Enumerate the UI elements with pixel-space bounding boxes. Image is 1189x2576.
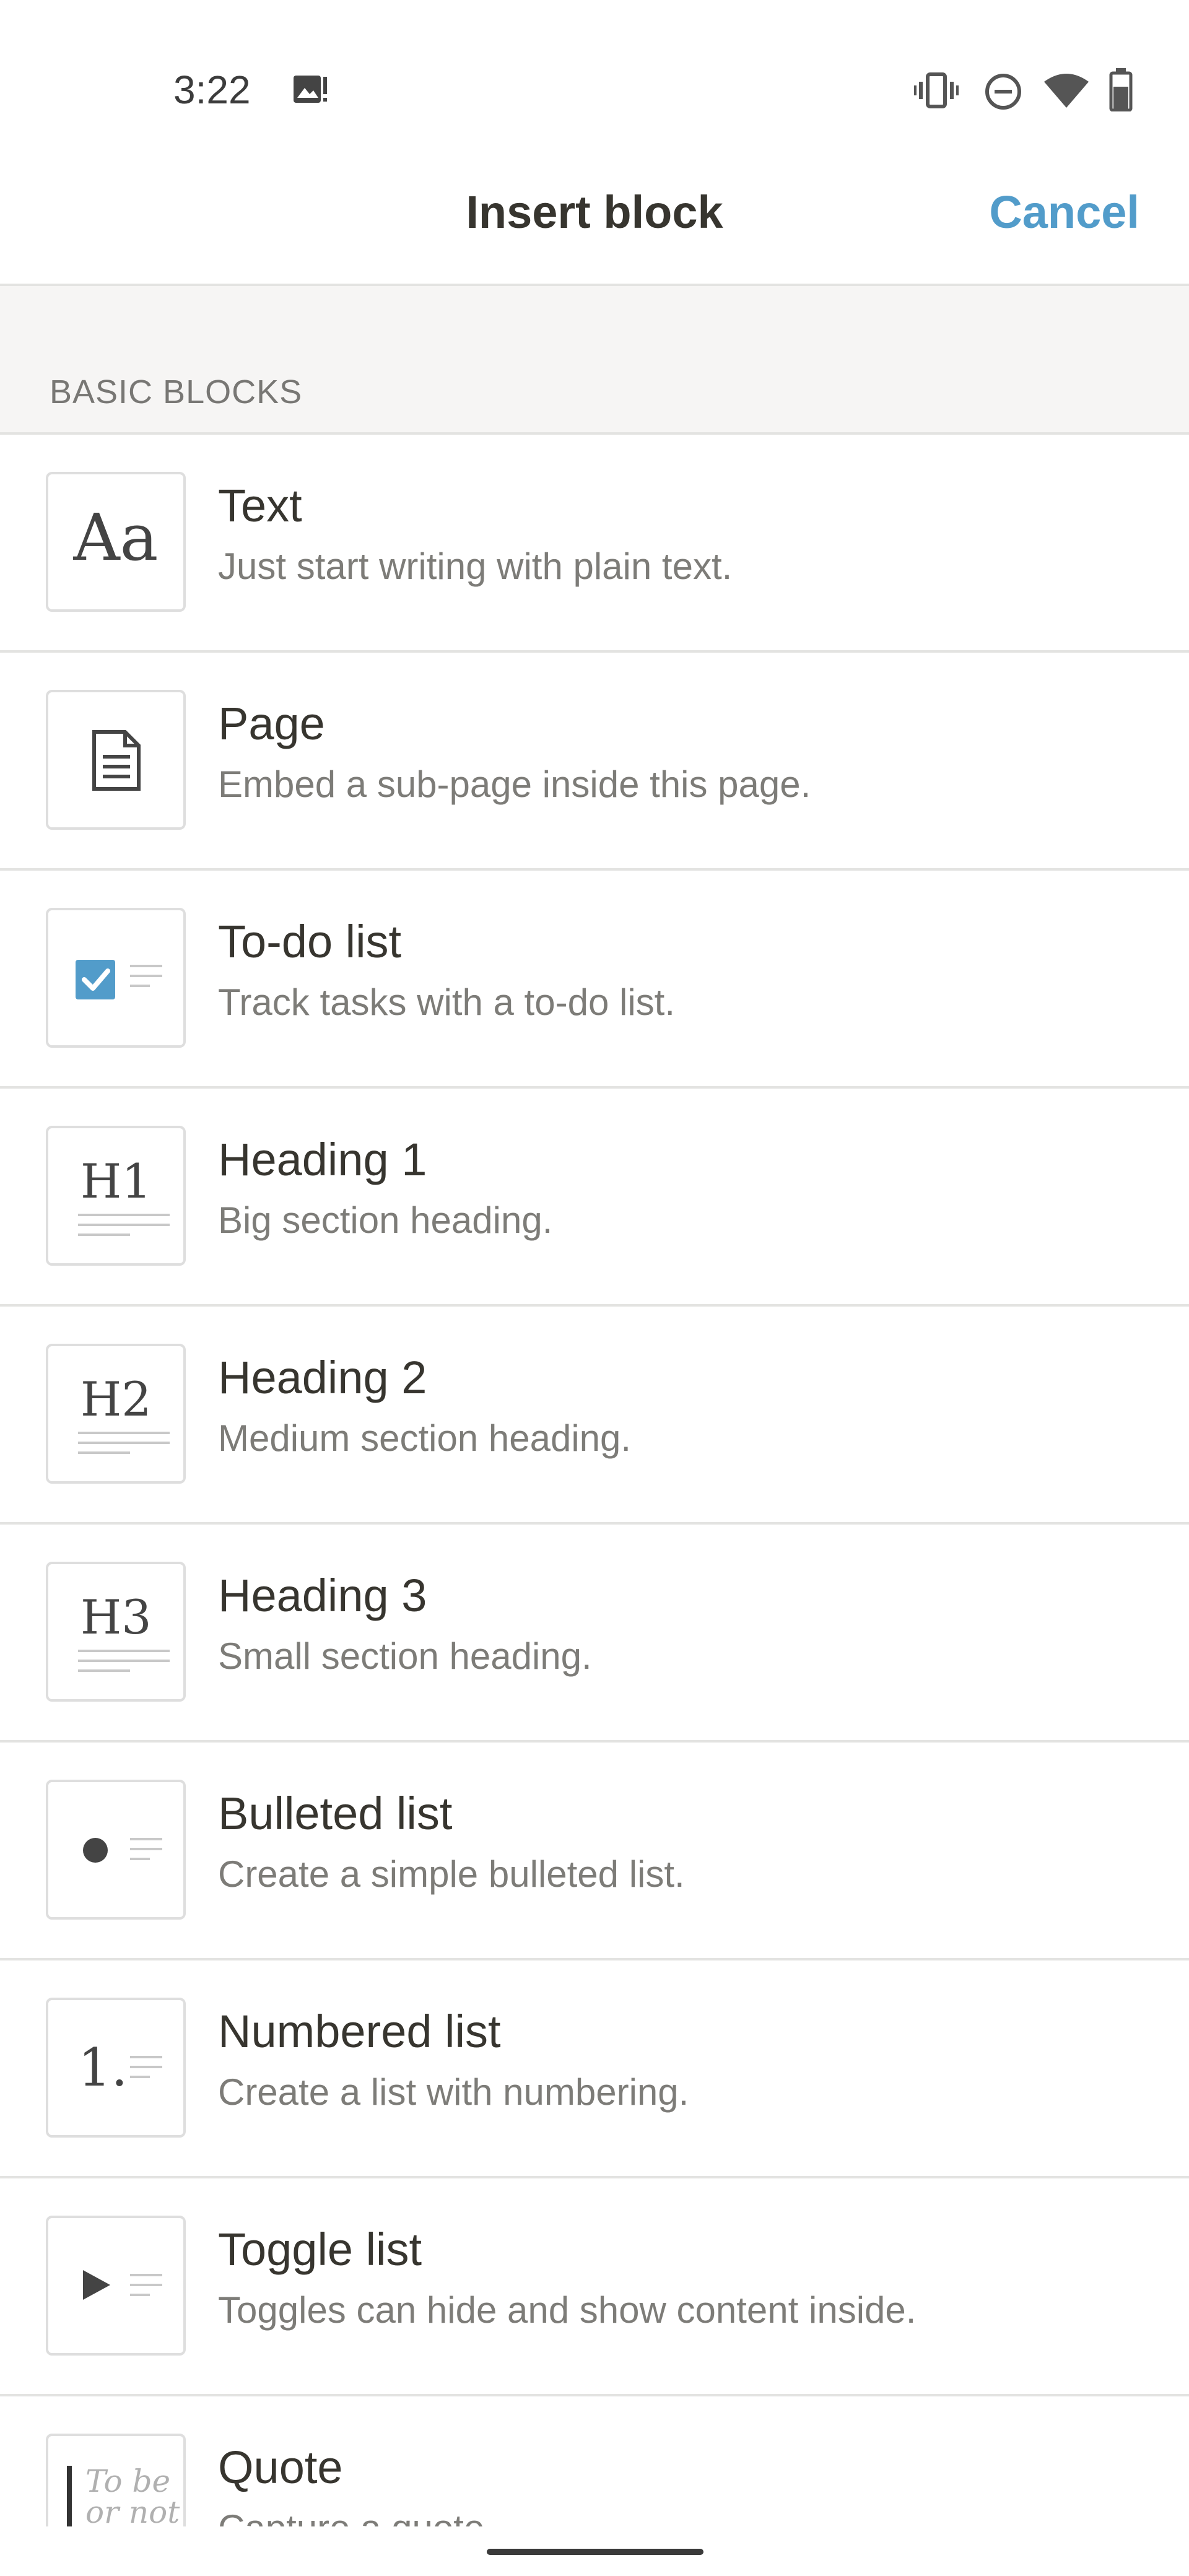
status-bar: 3:22 xyxy=(0,0,1189,149)
block-item-numbered-list[interactable]: 1. Numbered list Create a list with numb… xyxy=(0,1960,1189,2178)
block-item-bulleted-list[interactable]: Bulleted list Create a simple bulleted l… xyxy=(0,1743,1189,1960)
vibrate-icon xyxy=(914,72,959,109)
block-item-heading-1[interactable]: H1 Heading 1 Big section heading. xyxy=(0,1089,1189,1307)
bullet-icon xyxy=(46,1780,186,1920)
image-notification-icon xyxy=(291,73,331,108)
block-description: Small section heading. xyxy=(218,1635,592,1677)
section-header: BASIC BLOCKS xyxy=(0,286,1189,435)
number-icon-glyph: 1. xyxy=(78,2037,128,2098)
do-not-disturb-icon xyxy=(983,72,1023,111)
heading-3-icon: H3 xyxy=(46,1562,186,1702)
heading-2-icon: H2 xyxy=(46,1344,186,1484)
block-description: Create a list with numbering. xyxy=(218,2071,689,2113)
block-list: Aa Text Just start writing with plain te… xyxy=(0,435,1189,2526)
block-item-toggle-list[interactable]: Toggle list Toggles can hide and show co… xyxy=(0,2178,1189,2396)
text-icon-glyph: Aa xyxy=(72,500,158,575)
checkbox-icon xyxy=(46,908,186,1048)
block-title: Heading 3 xyxy=(218,1570,427,1621)
svg-text:or not: or not xyxy=(85,2494,180,2526)
block-title: To-do list xyxy=(218,916,402,967)
block-description: Medium section heading. xyxy=(218,1417,632,1459)
block-item-todo[interactable]: To-do list Track tasks with a to-do list… xyxy=(0,871,1189,1089)
block-description: Big section heading. xyxy=(218,1199,553,1241)
block-item-heading-3[interactable]: H3 Heading 3 Small section heading. xyxy=(0,1525,1189,1743)
block-description: Track tasks with a to-do list. xyxy=(218,981,675,1023)
section-label: BASIC BLOCKS xyxy=(50,373,303,411)
block-description: Toggles can hide and show content inside… xyxy=(218,2289,917,2331)
number-icon: 1. xyxy=(46,1998,186,2138)
block-title: Toggle list xyxy=(218,2224,422,2275)
block-title: Page xyxy=(218,698,325,749)
block-title: Quote xyxy=(218,2442,343,2493)
heading-1-icon: H1 xyxy=(46,1126,186,1266)
block-item-quote[interactable]: To be or not Quote Capture a quote. xyxy=(0,2396,1189,2526)
block-item-text[interactable]: Aa Text Just start writing with plain te… xyxy=(0,435,1189,653)
block-description: Create a simple bulleted list. xyxy=(218,1853,685,1895)
block-title: Heading 2 xyxy=(218,1352,427,1403)
block-description: Capture a quote. xyxy=(218,2507,495,2526)
header: Insert block Cancel xyxy=(0,149,1189,286)
heading-1-glyph: H1 xyxy=(81,1154,152,1209)
block-title: Heading 1 xyxy=(218,1134,427,1185)
text-icon: Aa xyxy=(46,472,186,612)
heading-3-glyph: H3 xyxy=(81,1590,152,1645)
block-title: Numbered list xyxy=(218,2006,501,2057)
home-indicator[interactable] xyxy=(487,2549,703,2555)
block-item-page[interactable]: Page Embed a sub-page inside this page. xyxy=(0,653,1189,871)
wifi-icon xyxy=(1043,71,1090,110)
block-item-heading-2[interactable]: H2 Heading 2 Medium section heading. xyxy=(0,1307,1189,1525)
block-title: Text xyxy=(218,480,302,531)
battery-icon xyxy=(1108,68,1133,111)
quote-icon: To be or not xyxy=(46,2434,186,2526)
heading-2-glyph: H2 xyxy=(81,1372,152,1427)
block-description: Just start writing with plain text. xyxy=(218,546,733,587)
block-title: Bulleted list xyxy=(218,1788,453,1839)
block-description: Embed a sub-page inside this page. xyxy=(218,764,811,805)
toggle-icon xyxy=(46,2216,186,2356)
page-icon xyxy=(46,690,186,830)
cancel-button[interactable]: Cancel xyxy=(989,186,1139,238)
status-time: 3:22 xyxy=(173,67,251,112)
